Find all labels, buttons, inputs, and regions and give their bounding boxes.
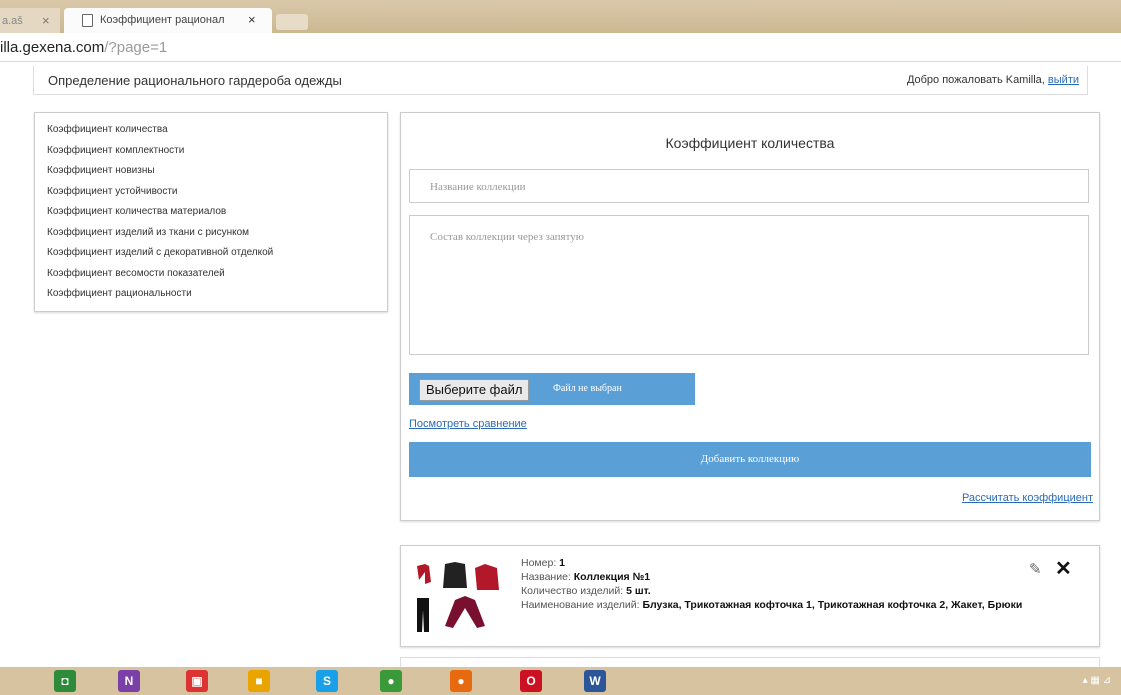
new-tab-button[interactable] <box>276 14 308 30</box>
sidebar-item-quantity[interactable]: Коэффициент количества <box>47 123 387 144</box>
collection-count-label: Количество изделий: <box>521 585 624 597</box>
url-text[interactable]: illa.gexena.com/?page=1 <box>0 39 167 56</box>
collection-name-label: Название: <box>521 571 571 583</box>
collection-items: Блузка, Трикотажная кофточка 1, Трикотаж… <box>642 599 1023 611</box>
sidebar-menu: Коэффициент количества Коэффициент компл… <box>34 112 388 312</box>
store-icon[interactable]: ◘ <box>54 670 76 692</box>
browser-tab-previous[interactable]: a.aš × <box>0 8 60 33</box>
site-title: Определение рационального гардероба одеж… <box>48 73 342 88</box>
collection-items-row: Наименование изделий: Блузка, Трикотажна… <box>521 598 1061 612</box>
firefox-icon[interactable]: ● <box>450 670 472 692</box>
collection-thumbnails <box>417 562 499 632</box>
add-collection-button[interactable]: Добавить коллекцию <box>409 442 1091 477</box>
tab-title: a.aš <box>2 15 23 27</box>
windows-taskbar: ◘ N ▣ ■ S ● ● O W ▴ ▦ ⊿ <box>0 667 1121 695</box>
url-host: illa.gexena.com <box>0 39 105 56</box>
collection-name-input[interactable]: Название коллекции <box>409 169 1089 203</box>
view-comparison-link[interactable]: Посмотреть сравнение <box>409 418 527 430</box>
sidebar-item-decorative-finish[interactable]: Коэффициент изделий с декоративной отдел… <box>47 246 387 267</box>
sidebar-item-patterned-fabric[interactable]: Коэффициент изделий из ткани с рисунком <box>47 226 387 247</box>
word-icon[interactable]: W <box>584 670 606 692</box>
chrome-icon[interactable]: ● <box>380 670 402 692</box>
jacket-dark-image <box>443 562 467 588</box>
system-tray[interactable]: ▴ ▦ ⊿ <box>1083 675 1111 686</box>
sidebar-item-materials[interactable]: Коэффициент количества материалов <box>47 205 387 226</box>
collection-number: 1 <box>559 557 566 569</box>
form-title: Коэффициент количества <box>665 135 835 151</box>
opera-icon[interactable]: O <box>520 670 542 692</box>
choose-file-button[interactable]: Выберите файл <box>419 379 530 401</box>
file-status: Файл не выбран <box>553 383 622 394</box>
tab-close-icon[interactable]: × <box>248 12 256 27</box>
sidebar-item-novelty[interactable]: Коэффициент новизны <box>47 164 387 185</box>
blouse-image <box>417 564 431 584</box>
cardigan-image <box>445 596 485 628</box>
sidebar-item-completeness[interactable]: Коэффициент комплектности <box>47 144 387 165</box>
collection-info: Номер: 1 Название: Коллекция №1 Количест… <box>521 556 1061 612</box>
collection-card: Номер: 1 Название: Коллекция №1 Количест… <box>400 545 1100 647</box>
collection-number-row: Номер: 1 <box>521 556 1061 570</box>
onenote-icon[interactable]: N <box>118 670 140 692</box>
collection-composition-textarea[interactable]: Состав коллекции через запятую <box>409 215 1089 355</box>
collection-count: 5 шт. <box>626 585 651 597</box>
collection-form-panel: Коэффициент количества Название коллекци… <box>400 112 1100 521</box>
browser-tab-bar: a.aš × Коэффициент рационал × <box>0 0 1121 33</box>
sidebar-item-weight[interactable]: Коэффициент весомости показателей <box>47 267 387 288</box>
site-header: Определение рационального гардероба одеж… <box>33 66 1088 95</box>
tab-title: Коэффициент рационал <box>100 14 225 26</box>
photos-icon[interactable]: ▣ <box>186 670 208 692</box>
collection-number-label: Номер: <box>521 557 557 569</box>
page-icon <box>82 14 93 27</box>
trousers-image <box>417 598 429 632</box>
skype-icon[interactable]: S <box>316 670 338 692</box>
files-icon[interactable]: ■ <box>248 670 270 692</box>
collection-count-row: Количество изделий: 5 шт. <box>521 584 1061 598</box>
edit-pencil-icon[interactable]: ✎ <box>1029 560 1042 578</box>
collection-name-row: Название: Коллекция №1 <box>521 570 1061 584</box>
browser-tab-active[interactable]: Коэффициент рационал × <box>64 8 272 33</box>
welcome-message: Добро пожаловать Kamilla, выйти <box>907 74 1079 86</box>
logout-link[interactable]: выйти <box>1048 74 1079 86</box>
collection-items-label: Наименование изделий: <box>521 599 640 611</box>
sidebar-item-rationality[interactable]: Коэффициент рациональности <box>47 287 387 308</box>
file-upload: Выберите файл Файл не выбран <box>409 373 695 405</box>
delete-x-icon[interactable]: ✕ <box>1055 556 1072 581</box>
jacket-red-image <box>475 564 499 590</box>
sidebar-item-stability[interactable]: Коэффициент устойчивости <box>47 185 387 206</box>
address-bar[interactable]: illa.gexena.com/?page=1 <box>0 33 1121 62</box>
collection-name: Коллекция №1 <box>573 571 651 583</box>
url-path: /?page=1 <box>104 39 168 56</box>
welcome-text: Добро пожаловать Kamilla, <box>906 74 1045 86</box>
calculate-coefficient-link[interactable]: Рассчитать коэффициент <box>962 492 1093 504</box>
tab-close-icon[interactable]: × <box>42 13 50 28</box>
